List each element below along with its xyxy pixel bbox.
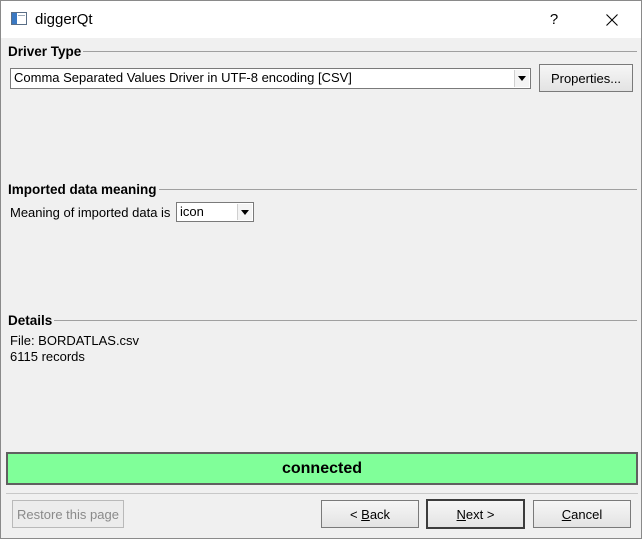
app-window-icon <box>11 12 27 25</box>
cancel-button-label: Cancel <box>561 506 603 522</box>
meaning-select-value: icon <box>180 204 204 219</box>
help-icon: ? <box>549 11 559 28</box>
window-title: diggerQt <box>35 11 93 28</box>
chevron-down-icon <box>237 204 252 220</box>
properties-button-label: Properties... <box>550 70 622 86</box>
restore-page-button[interactable]: Restore this page <box>12 500 124 528</box>
diggerqt-window: diggerQt ? Driver Type Comma Separated V… <box>0 0 642 539</box>
details-file: File: BORDATLAS.csv <box>10 333 140 348</box>
next-button-label: Next > <box>456 506 495 522</box>
footer-divider <box>6 493 638 494</box>
close-icon <box>606 13 618 26</box>
details-records: 6115 records <box>10 349 85 364</box>
chevron-down-icon <box>514 70 529 87</box>
details-section-header: Details <box>8 312 637 328</box>
meaning-label: Meaning of imported data is <box>10 205 171 220</box>
meaning-select[interactable]: icon <box>176 202 254 222</box>
cancel-button[interactable]: Cancel <box>533 500 631 528</box>
properties-button[interactable]: Properties... <box>539 64 633 92</box>
driver-type-section-header: Driver Type <box>8 43 637 59</box>
section-divider <box>158 189 637 190</box>
restore-page-button-label: Restore this page <box>17 506 119 522</box>
connection-status-bar: connected <box>6 452 638 485</box>
driver-type-heading: Driver Type <box>8 43 82 59</box>
next-button[interactable]: Next > <box>426 499 525 529</box>
title-bar: diggerQt ? <box>1 1 641 38</box>
close-button[interactable] <box>589 1 635 38</box>
imported-data-heading: Imported data meaning <box>8 181 157 197</box>
driver-select-value: Comma Separated Values Driver in UTF-8 e… <box>14 70 352 85</box>
imported-data-section-header: Imported data meaning <box>8 181 637 197</box>
back-button-label: < Back <box>349 506 391 522</box>
details-heading: Details <box>8 312 53 328</box>
section-divider <box>83 51 637 52</box>
driver-select[interactable]: Comma Separated Values Driver in UTF-8 e… <box>10 68 531 89</box>
connection-status-text: connected <box>281 459 362 477</box>
back-button[interactable]: < Back <box>321 500 419 528</box>
section-divider <box>54 320 637 321</box>
help-button[interactable]: ? <box>531 1 577 38</box>
